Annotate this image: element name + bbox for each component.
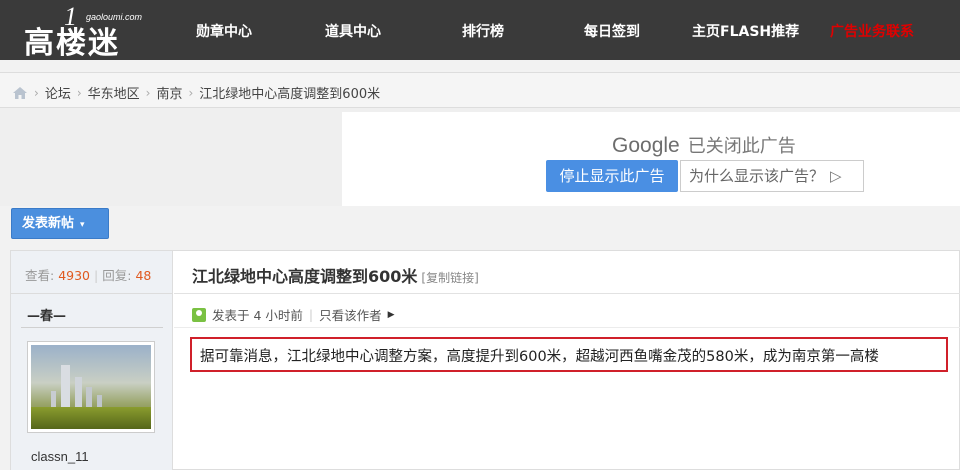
breadcrumb-separator: › bbox=[188, 85, 194, 100]
post-meta: 发表于 4 小时前 | 只看该作者 ▶ bbox=[192, 305, 395, 324]
breadcrumb-east-china[interactable]: 华东地区 bbox=[88, 83, 140, 102]
divider bbox=[174, 293, 960, 294]
breadcrumb-separator: › bbox=[145, 85, 151, 100]
google-logo: Google bbox=[612, 134, 680, 157]
divider bbox=[174, 327, 960, 328]
home-icon[interactable] bbox=[12, 86, 28, 100]
divider bbox=[21, 327, 163, 328]
chevron-down-icon: ▾ bbox=[80, 220, 85, 230]
site-logo[interactable]: 1 gaoloumi.com 高楼迷 bbox=[24, 2, 154, 61]
thread-post: 查看: 4930 | 回复: 48 —春— classn_11 江北绿地中心高度调整… bbox=[10, 250, 960, 470]
play-icon: ▷ bbox=[830, 167, 842, 185]
new-post-button[interactable]: 发表新帖 ▾ bbox=[11, 208, 109, 239]
post-title: 江北绿地中心高度调整到600米 [复制链接] bbox=[192, 263, 479, 287]
google-ad-closed: Google 已关闭此广告 停止显示此广告 为什么显示该广告？ ▷ bbox=[342, 112, 960, 206]
nav-ad-contact[interactable]: 广告业务联系 bbox=[830, 21, 914, 41]
views-label: 查看: bbox=[25, 268, 55, 283]
why-ad-button[interactable]: 为什么显示该广告？ ▷ bbox=[680, 160, 864, 192]
nav-daily-checkin[interactable]: 每日签到 bbox=[584, 21, 640, 41]
logo-text: 高楼迷 bbox=[24, 26, 120, 61]
author-name[interactable]: —春— bbox=[27, 305, 66, 324]
why-ad-label: 为什么显示该广告？ bbox=[689, 167, 825, 185]
views-count: 4930 bbox=[58, 268, 91, 283]
thread-stats: 查看: 4930 | 回复: 48 bbox=[25, 265, 151, 284]
post-title-text: 江北绿地中心高度调整到600米 bbox=[192, 267, 418, 286]
author-sidebar: 查看: 4930 | 回复: 48 —春— classn_11 bbox=[11, 251, 173, 470]
new-post-label: 发表新帖 bbox=[22, 216, 75, 231]
nav-item-center[interactable]: 道具中心 bbox=[325, 21, 381, 41]
breadcrumb-separator: › bbox=[76, 85, 82, 100]
breadcrumb-nanjing[interactable]: 南京 bbox=[156, 83, 182, 102]
ad-area: Google 已关闭此广告 停止显示此广告 为什么显示该广告？ ▷ bbox=[0, 108, 960, 206]
ad-closed-text: 已关闭此广告 bbox=[687, 136, 796, 156]
post-time: 发表于 4 小时前 bbox=[212, 308, 303, 323]
nav-flash-recommend[interactable]: 主页FLASH推荐 bbox=[692, 21, 799, 41]
replies-label: 回复: bbox=[102, 268, 132, 283]
breadcrumb-separator: › bbox=[34, 85, 39, 100]
divider bbox=[11, 293, 173, 294]
caret-right-icon: ▶ bbox=[387, 309, 395, 320]
breadcrumb-thread[interactable]: 江北绿地中心高度调整到600米 bbox=[199, 83, 380, 102]
replies-count: 48 bbox=[135, 268, 152, 283]
breadcrumb: › 论坛 › 华东地区 › 南京 › 江北绿地中心高度调整到600米 bbox=[12, 83, 380, 102]
nav-ranking[interactable]: 排行榜 bbox=[462, 21, 504, 41]
copy-link[interactable]: [复制链接] bbox=[421, 271, 478, 285]
only-author-link[interactable]: 只看该作者 bbox=[319, 305, 382, 324]
post-body: 江北绿地中心高度调整到600米 [复制链接] 发表于 4 小时前 | 只看该作者 … bbox=[174, 251, 960, 470]
post-content: 据可靠消息，江北绿地中心调整方案，高度提升到600米，超越河西鱼嘴金茂的580米… bbox=[190, 337, 948, 372]
breadcrumb-bar: › 论坛 › 华东地区 › 南京 › 江北绿地中心高度调整到600米 bbox=[0, 72, 960, 108]
meta-divider: | bbox=[308, 307, 314, 322]
breadcrumb-forum[interactable]: 论坛 bbox=[45, 83, 71, 102]
top-nav-bar: 1 gaoloumi.com 高楼迷 勋章中心 道具中心 排行榜 每日签到 主页… bbox=[0, 0, 960, 61]
stop-ad-button[interactable]: 停止显示此广告 bbox=[546, 160, 678, 192]
avatar[interactable] bbox=[27, 341, 155, 433]
ad-closed-notice: Google 已关闭此广告 bbox=[612, 132, 796, 158]
online-user-icon bbox=[192, 307, 206, 322]
avatar-image bbox=[31, 345, 151, 429]
nav-medal-center[interactable]: 勋章中心 bbox=[196, 21, 252, 41]
username[interactable]: classn_11 bbox=[31, 449, 89, 464]
stats-divider: | bbox=[94, 268, 99, 283]
